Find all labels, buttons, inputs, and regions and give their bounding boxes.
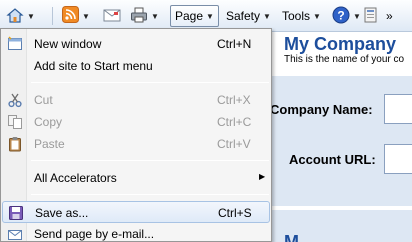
page-menu-label: Page <box>175 9 204 23</box>
clipboard-icon <box>7 136 23 152</box>
menu-separator <box>31 82 269 83</box>
menu-item-shortcut: Ctrl+N <box>217 37 252 51</box>
menu-item-label: Send page by e-mail... <box>34 227 155 241</box>
home-button[interactable]: ▼ <box>6 4 35 28</box>
menu-item-label: Copy <box>34 115 63 129</box>
page-subtitle: This is the name of your co <box>284 54 405 65</box>
section-heading: M <box>284 232 299 242</box>
chevron-down-icon: ▼ <box>263 11 271 21</box>
menu-separator <box>31 194 269 195</box>
menu-item-save-as[interactable]: Save as... Ctrl+S <box>2 201 270 223</box>
research-button[interactable] <box>362 4 380 28</box>
help-icon: ? <box>332 6 350 27</box>
menu-item-label: Add site to Start menu <box>34 59 153 73</box>
safety-menu-label: Safety <box>226 9 261 23</box>
page-menu-button[interactable]: Page ▼ <box>170 5 219 27</box>
printer-icon <box>130 6 148 27</box>
menu-item-shortcut: Ctrl+V <box>217 137 251 151</box>
home-icon <box>6 6 24 27</box>
company-name-input[interactable] <box>384 94 412 124</box>
menu-item-label: Save as... <box>35 206 89 220</box>
chevron-down-icon[interactable]: ▼ <box>27 12 35 21</box>
menu-item-new-window[interactable]: New window Ctrl+N <box>2 33 270 55</box>
menu-item-add-site-to-start[interactable]: Add site to Start menu <box>2 55 270 77</box>
menu-item-label: New window <box>34 37 102 51</box>
mail-icon <box>103 7 121 26</box>
svg-text:?: ? <box>337 8 344 22</box>
print-button[interactable]: ▼ <box>130 4 159 28</box>
research-icon <box>362 6 380 27</box>
help-button[interactable]: ? ▼ <box>332 4 361 28</box>
chevron-right-icon: ▶ <box>259 172 266 181</box>
menu-item-paste[interactable]: Paste Ctrl+V <box>2 133 270 155</box>
page-dropdown-menu: New window Ctrl+N Add site to Start menu… <box>0 28 272 242</box>
read-mail-button[interactable] <box>103 4 121 28</box>
menu-item-copy[interactable]: Copy Ctrl+C <box>2 111 270 133</box>
chevron-down-icon: ▼ <box>206 11 214 21</box>
feeds-button[interactable]: ▼ <box>62 4 90 28</box>
tools-menu-label: Tools <box>282 9 311 23</box>
menu-item-send-page-by-email[interactable]: Send page by e-mail... <box>2 223 270 242</box>
menu-item-cut[interactable]: Cut Ctrl+X <box>2 89 270 111</box>
menu-item-label: All Accelerators <box>34 171 117 185</box>
save-icon <box>8 205 24 221</box>
safety-menu-button[interactable]: Safety ▼ <box>226 4 271 28</box>
chevron-down-icon: ▼ <box>313 11 321 21</box>
menu-item-shortcut: Ctrl+C <box>217 115 252 129</box>
company-name-label: Company Name: <box>270 102 373 117</box>
menu-item-shortcut: Ctrl+S <box>218 206 252 220</box>
menu-separator <box>31 160 269 161</box>
copy-icon <box>7 114 23 130</box>
toolbar-divider <box>52 7 53 25</box>
email-page-icon <box>7 226 23 242</box>
new-window-icon <box>7 36 23 52</box>
page-title: My Company <box>284 34 397 54</box>
menu-item-shortcut: Ctrl+X <box>217 93 251 107</box>
chevron-right-double-icon: » <box>386 9 393 23</box>
menu-item-label: Cut <box>34 93 53 107</box>
account-url-label: Account URL: <box>289 152 376 167</box>
rss-feed-icon <box>62 6 79 26</box>
account-url-input[interactable] <box>384 144 412 174</box>
menu-item-all-accelerators[interactable]: All Accelerators ▶ <box>2 167 270 189</box>
scissors-icon <box>7 92 23 108</box>
chevron-down-icon[interactable]: ▼ <box>151 12 159 21</box>
toolbar-overflow-button[interactable]: » <box>386 4 393 28</box>
menu-item-label: Paste <box>34 137 65 151</box>
chevron-down-icon[interactable]: ▼ <box>82 12 90 21</box>
tools-menu-button[interactable]: Tools ▼ <box>282 4 321 28</box>
chevron-down-icon[interactable]: ▼ <box>353 12 361 21</box>
